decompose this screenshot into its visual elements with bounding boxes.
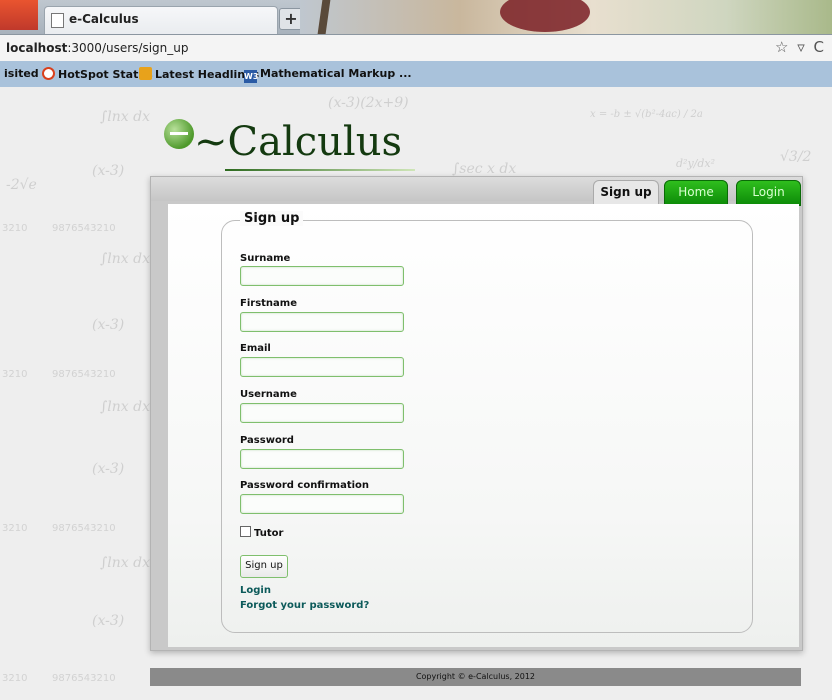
bg-formula: (x-3) [92, 461, 125, 477]
target-icon [42, 67, 55, 80]
bg-formula: (x-3) [92, 613, 125, 629]
logo-underline [225, 169, 415, 171]
bg-formula: (x-3) [92, 163, 125, 179]
bg-formula: d²y/dx² [676, 157, 716, 170]
tutor-option[interactable]: Tutor [240, 526, 283, 539]
bg-formula: ∫sec x dx [452, 161, 517, 177]
bg-formula: 9876543210 [52, 369, 116, 380]
bg-formula: ∫lnx dx [100, 109, 150, 125]
bg-formula: √3/2 [780, 149, 812, 165]
bg-formula: ∫lnx dx [100, 251, 150, 267]
bookmarks-toolbar: isited HotSpot Status Latest Headlines W… [0, 61, 832, 88]
username-field[interactable] [240, 403, 404, 423]
page-body: ∫lnx dx (x-3)(2x+9) x = -b ± √(b²-4ac) /… [0, 87, 832, 700]
firefox-menu-button[interactable] [0, 0, 38, 30]
site-logo[interactable]: ~Calculus [164, 119, 402, 171]
password-label: Password [240, 435, 294, 446]
bookmark-latest-headlines[interactable]: Latest Headlines [139, 67, 259, 81]
email-field[interactable] [240, 357, 404, 377]
bg-formula: 3210 [2, 523, 28, 534]
signup-fieldset: Sign up Surname Firstname Email Username… [221, 211, 753, 633]
browser-tab-bar: e-Calculus + [0, 0, 832, 34]
tutor-checkbox[interactable] [240, 526, 251, 537]
login-link[interactable]: Login [240, 585, 271, 596]
bg-formula: 3210 [2, 369, 28, 380]
address-bar[interactable]: localhost:3000/users/sign_up ☆ ▿ C [0, 34, 832, 62]
content-card: Sign up Surname Firstname Email Username… [168, 204, 799, 647]
bg-formula: ∫lnx dx [100, 555, 150, 571]
nav-tab-home[interactable]: Home [664, 180, 728, 206]
bg-formula: (x-3)(2x+9) [328, 95, 409, 111]
page-icon [51, 13, 64, 28]
form-legend: Sign up [240, 211, 304, 226]
site-title: ~Calculus [194, 119, 403, 165]
bg-formula: -2√e [6, 177, 37, 193]
surname-label: Surname [240, 253, 291, 264]
bg-formula: 9876543210 [52, 523, 116, 534]
url-text[interactable]: localhost:3000/users/sign_up [6, 41, 188, 55]
tab-title: e-Calculus [69, 12, 139, 26]
main-panel: Sign up Home Login Sign up Surname First… [150, 176, 803, 651]
username-label: Username [240, 389, 297, 400]
bookmark-mathematical-markup[interactable]: W3 Mathematical Markup ... [244, 67, 412, 83]
email-label: Email [240, 343, 271, 354]
w3-icon: W3 [244, 70, 259, 83]
e-logo-icon [164, 119, 194, 149]
firstname-label: Firstname [240, 298, 297, 309]
bookmark-star-icon[interactable]: ☆ ▿ C [775, 38, 826, 56]
bg-formula: (x-3) [92, 317, 125, 333]
signup-submit-button[interactable]: Sign up [240, 555, 288, 578]
bg-formula: x = -b ± √(b²-4ac) / 2a [590, 109, 703, 120]
browser-tab[interactable]: e-Calculus [44, 6, 278, 34]
page-footer: Copyright © e-Calculus, 2012 [150, 668, 801, 686]
password-confirmation-label: Password confirmation [240, 480, 370, 491]
nav-tab-login[interactable]: Login [736, 180, 801, 206]
bookmark-hotspot-status[interactable]: HotSpot Status [42, 67, 153, 81]
firstname-field[interactable] [240, 312, 404, 332]
bg-formula: 9876543210 [52, 223, 116, 234]
nav-tab-signup[interactable]: Sign up [593, 180, 659, 205]
feed-icon [139, 67, 152, 80]
bookmark-most-visited[interactable]: isited [4, 67, 39, 80]
surname-field[interactable] [240, 266, 404, 286]
bg-formula: 3210 [2, 673, 28, 684]
theme-background [300, 0, 832, 34]
bg-formula: 9876543210 [52, 673, 116, 684]
forgot-password-link[interactable]: Forgot your password? [240, 600, 369, 611]
bg-formula: ∫lnx dx [100, 399, 150, 415]
bg-formula: 3210 [2, 223, 28, 234]
password-confirmation-field[interactable] [240, 494, 404, 514]
password-field[interactable] [240, 449, 404, 469]
